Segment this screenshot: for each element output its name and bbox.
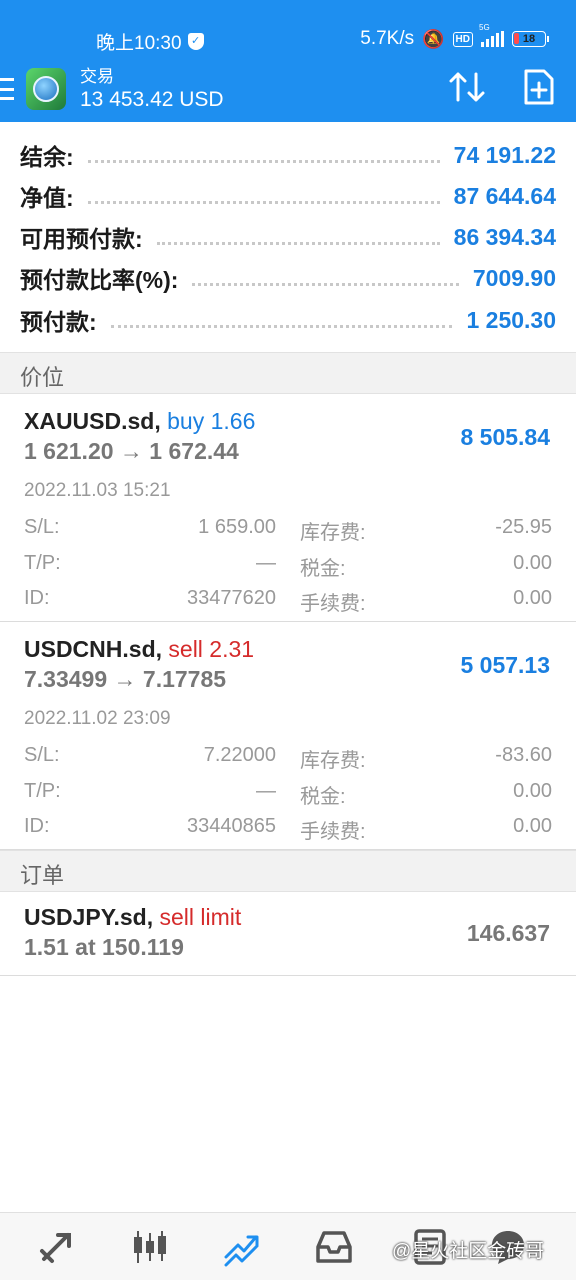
position-symbol: USDCNH.sd, sell 2.31 [24,636,254,663]
signal-icon: 5G [479,23,504,47]
watermark: @星火社区金砖哥 [392,1241,545,1262]
menu-icon[interactable] [0,78,14,100]
app-logo [26,68,66,110]
new-order-icon[interactable] [522,68,556,106]
summary-row-free-margin: 可用预付款: 86 394.34 [20,217,556,257]
fee-label: 手续费: [300,821,366,843]
fee-value: 0.00 [513,587,552,609]
section-header-positions: 价位 [0,352,576,394]
chart-icon[interactable] [130,1227,170,1267]
dotted-leader [156,241,440,245]
position-open-time: 2022.11.02 23:09 [24,708,171,729]
summary-row-equity: 净值: 87 644.64 [20,176,556,216]
dotted-leader [192,282,459,286]
summary-value: 74 191.22 [453,141,556,168]
id-value: 33440865 [187,815,276,837]
status-time: 晚上10:30 [96,33,182,54]
position-prices: 7.33499 → 7.17785 [24,666,227,692]
fee-label: 手续费: [300,593,366,615]
tax-label: 税金: [300,786,346,808]
summary-value: 87 644.64 [453,182,556,209]
app-bar: 交易 13 453.42 USD [0,58,576,122]
id-label: ID: [24,587,50,609]
position-profit: 8 505.84 [460,424,550,450]
section-title: 订单 [20,863,65,888]
summary-value: 86 394.34 [453,223,556,250]
tp-value: — [256,552,276,574]
swap-label: 库存费: [300,750,366,772]
net-speed: 5.7K/s [360,28,415,49]
dotted-leader [110,324,453,328]
summary-label: 净值: [20,185,74,211]
status-bar: 晚上10:30 ✓ 5.7K/s 🔕 HD 5G 18 [0,0,576,58]
position-symbol: XAUUSD.sd, buy 1.66 [24,408,255,435]
id-value: 33477620 [187,587,276,609]
swap-value: -25.95 [495,516,552,538]
position-profit: 5 057.13 [460,652,550,678]
sl-label: S/L: [24,744,60,766]
summary-row-balance: 结余: 74 191.22 [20,135,556,175]
app-title: 交易 [80,67,114,86]
id-label: ID: [24,815,50,837]
account-summary: 结余: 74 191.22 净值: 87 644.64 可用预付款: 86 39… [0,122,576,352]
tax-label: 税金: [300,558,346,580]
sort-icon[interactable] [448,70,486,104]
shield-icon: ✓ [187,33,204,50]
swap-value: -83.60 [495,744,552,766]
order-price: 146.637 [466,920,550,946]
app-header: 晚上10:30 ✓ 5.7K/s 🔕 HD 5G 18 交易 13 453.42… [0,0,576,122]
tp-label: T/P: [24,552,61,574]
order-detail: 1.51 at 150.119 [24,934,184,960]
tax-value: 0.00 [513,552,552,574]
dotted-leader [87,159,440,163]
summary-row-margin-level: 预付款比率(%): 7009.90 [20,258,556,298]
section-header-orders: 订单 [0,850,576,892]
battery-icon: 18 [512,31,549,47]
summary-row-margin: 预付款: 1 250.30 [20,300,556,340]
battery-percent: 18 [522,33,536,45]
position-open-time: 2022.11.03 15:21 [24,480,171,501]
fee-value: 0.00 [513,815,552,837]
position-row[interactable]: USDCNH.sd, sell 2.31 7.33499 → 7.17785 5… [0,622,576,850]
position-row[interactable]: XAUUSD.sd, buy 1.66 1 621.20 → 1 672.44 … [0,394,576,622]
summary-value: 1 250.30 [466,306,556,333]
network-type: 5G [479,23,490,32]
summary-label: 预付款: [20,309,97,335]
hd-icon: HD [452,31,473,47]
mute-icon: 🔕 [422,28,445,49]
order-type: sell limit [159,904,242,930]
position-prices: 1 621.20 → 1 672.44 [24,438,239,464]
section-title: 价位 [20,365,65,390]
position-side: buy 1.66 [167,408,256,434]
symbol-name: USDJPY.sd, [24,904,154,930]
summary-label: 预付款比率(%): [20,267,179,293]
dotted-leader [87,200,440,204]
swap-label: 库存费: [300,522,366,544]
symbol-name: USDCNH.sd, [24,636,163,662]
symbol-name: XAUUSD.sd, [24,408,161,434]
position-side: sell 2.31 [168,636,255,662]
status-time-group: 晚上10:30 ✓ [96,28,204,55]
account-balance: 13 453.42 USD [80,88,224,111]
order-row[interactable]: USDJPY.sd, sell limit 1.51 at 150.119 14… [0,892,576,976]
summary-label: 可用预付款: [20,226,143,252]
tp-value: — [256,780,276,802]
quotes-icon[interactable] [38,1227,78,1267]
order-symbol: USDJPY.sd, sell limit [24,904,241,931]
summary-value: 7009.90 [472,264,556,291]
summary-label: 结余: [20,144,74,170]
tax-value: 0.00 [513,780,552,802]
sl-value: 1 659.00 [198,516,276,538]
status-right: 5.7K/s 🔕 HD 5G 18 [360,23,549,50]
trade-icon[interactable] [222,1227,262,1267]
tp-label: T/P: [24,780,61,802]
sl-value: 7.22000 [203,744,276,766]
sl-label: S/L: [24,516,60,538]
history-icon[interactable] [314,1227,354,1267]
